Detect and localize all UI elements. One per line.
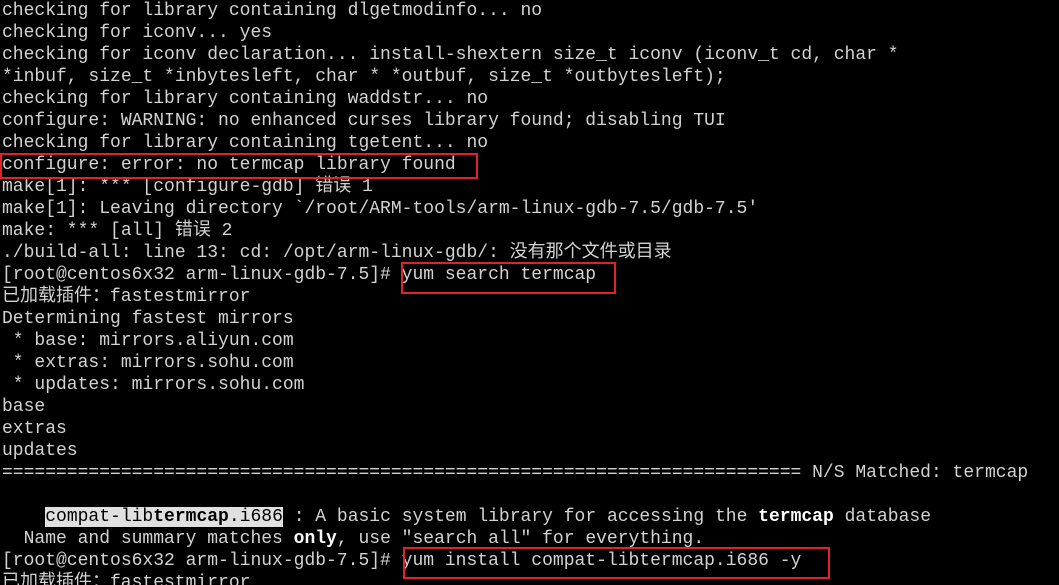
output-line-17: * extras: mirrors.sohu.com xyxy=(2,353,294,373)
output-line-21: updates xyxy=(2,441,78,461)
search-result-line: compat-libtermcap.i686 : A basic system … xyxy=(45,507,932,527)
output-line-12: ./build-all: line 13: cd: /opt/arm-linux… xyxy=(2,243,672,263)
search-command-highlight-box xyxy=(401,262,616,294)
separator-line: ========================================… xyxy=(2,463,1029,483)
output-line-6: configure: WARNING: no enhanced curses l… xyxy=(2,111,726,131)
install-command-highlight-box xyxy=(403,547,830,579)
output-line-1: checking for library containing dlgetmod… xyxy=(2,1,543,21)
output-line-10: make[1]: Leaving directory `/root/ARM-to… xyxy=(2,199,759,219)
package-name-highlight: compat-libtermcap.i686 xyxy=(45,507,283,527)
output-line-15: Determining fastest mirrors xyxy=(2,309,294,329)
output-line-3: checking for iconv declaration... instal… xyxy=(2,45,899,65)
output-line-last: 已加载插件：fastestmirror xyxy=(2,573,251,585)
output-line-18: * updates: mirrors.sohu.com xyxy=(2,375,305,395)
output-line-2: checking for iconv... yes xyxy=(2,23,273,43)
output-line-16: * base: mirrors.aliyun.com xyxy=(2,331,294,351)
output-line-4: *inbuf, size_t *inbytesleft, char * *out… xyxy=(2,67,726,87)
output-line-20: extras xyxy=(2,419,67,439)
terminal-window[interactable]: checking for library containing dlgetmod… xyxy=(0,0,1059,585)
error-highlight-box xyxy=(0,153,478,179)
output-line-7: checking for library containing tgetent.… xyxy=(2,133,489,153)
output-line-5: checking for library containing waddstr.… xyxy=(2,89,489,109)
output-line-19: base xyxy=(2,397,46,417)
output-line-9: make[1]: *** [configure-gdb] 错误 1 xyxy=(2,177,373,197)
output-line-14: 已加载插件：fastestmirror xyxy=(2,287,251,307)
output-line-11: make: *** [all] 错误 2 xyxy=(2,221,233,241)
